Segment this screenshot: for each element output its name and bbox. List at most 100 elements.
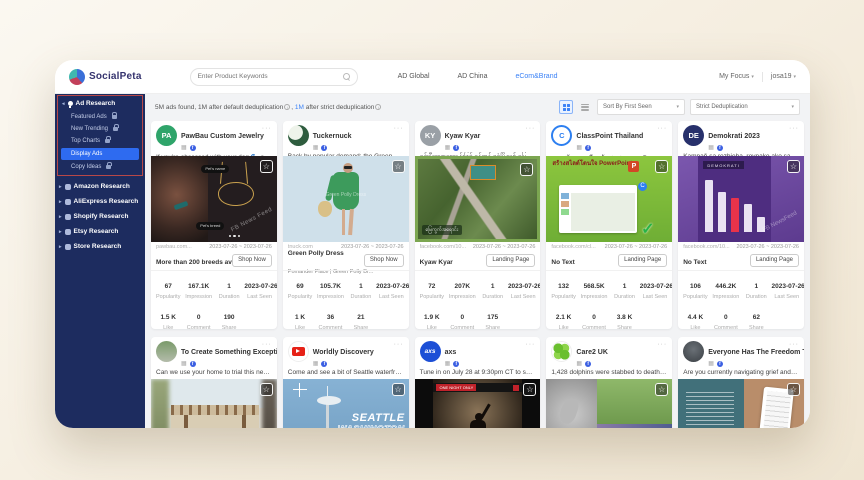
favorite-star-icon[interactable]: ☆ bbox=[520, 163, 533, 176]
checkmark-icon: ✓ bbox=[641, 219, 654, 239]
deduplication-select[interactable]: Strict Deduplication▾ bbox=[690, 99, 800, 115]
ad-creative[interactable]: SEATTLE WASHINGTON ☆ bbox=[283, 379, 409, 428]
ad-creative[interactable]: สร้างสไลด์โดนใจ PowerPoint P C ✓ ☆ bbox=[546, 156, 672, 242]
favorite-star-icon[interactable]: ☆ bbox=[260, 160, 273, 173]
advertiser-name[interactable]: axs bbox=[445, 349, 457, 356]
ad-card[interactable]: axs axs ▦f ··· Tune in on July 28 at 9:3… bbox=[415, 337, 541, 428]
ad-creative[interactable]: DEMOKRATI FB NewsFeed ☆ bbox=[678, 156, 804, 242]
sidebar-item-new-trending[interactable]: New Trending bbox=[58, 123, 142, 135]
brand-logo[interactable]: SocialPeta bbox=[69, 69, 142, 85]
ad-domain[interactable]: facebook.com/cl... bbox=[551, 244, 595, 250]
landing-page-button[interactable]: Landing Page bbox=[750, 254, 799, 267]
favorite-star-icon[interactable]: ☆ bbox=[787, 383, 800, 396]
pergola-post bbox=[242, 415, 246, 428]
ad-creative[interactable]: ☆ bbox=[546, 379, 672, 428]
primary-nav: AD Global AD China eCom&Brand bbox=[398, 73, 558, 80]
sidebar-item-display-ads[interactable]: Display Ads bbox=[61, 148, 139, 160]
sidebar-item-shopify-research[interactable]: ▸ Shopify Research bbox=[55, 209, 145, 224]
advertiser-name[interactable]: Worldly Discovery bbox=[313, 349, 374, 356]
more-options-icon[interactable]: ··· bbox=[789, 125, 799, 132]
sidebar-item-top-charts[interactable]: Top Charts bbox=[58, 135, 142, 147]
favorite-star-icon[interactable]: ☆ bbox=[523, 383, 536, 396]
favorite-star-icon[interactable]: ☆ bbox=[655, 383, 668, 396]
ad-text: Can we use your home to trial this new s… bbox=[151, 368, 277, 379]
sidebar-item-store-research[interactable]: ▸ Store Research bbox=[55, 239, 145, 254]
facebook-icon: f bbox=[190, 361, 196, 367]
advertiser-name[interactable]: Care2 UK bbox=[576, 349, 608, 356]
advertiser-name[interactable]: PawBau Custom Jewelry bbox=[181, 133, 264, 140]
ad-creative[interactable]: မြေကွက်အရောင်း ☆ bbox=[415, 156, 541, 242]
sidebar-item-aliexpress-research[interactable]: ▸ AliExpress Research bbox=[55, 194, 145, 209]
list-view-button[interactable] bbox=[578, 100, 592, 114]
expand-arrow-icon: ▸ bbox=[59, 244, 62, 250]
advertiser-name[interactable]: Tuckernuck bbox=[313, 133, 352, 140]
ad-creative[interactable]: ONE NIGHT ONLY ☆ bbox=[415, 379, 541, 428]
more-options-icon[interactable]: ··· bbox=[525, 341, 535, 348]
advertiser-name[interactable]: Everyone Has The Freedom To... bbox=[708, 349, 804, 356]
sort-select[interactable]: Sort By First Seen▾ bbox=[597, 99, 685, 115]
more-options-icon[interactable]: ··· bbox=[789, 341, 799, 348]
search-box[interactable] bbox=[190, 68, 358, 86]
more-options-icon[interactable]: ··· bbox=[657, 341, 667, 348]
ad-card[interactable]: C ClassPoint Thailand ▦f ··· การสร้างเกม… bbox=[546, 121, 672, 329]
aliexpress-icon bbox=[65, 199, 71, 205]
advertiser-name[interactable]: To Create Something Exceptio... bbox=[181, 349, 277, 356]
advertiser-name[interactable]: Kyaw Kyar bbox=[445, 133, 481, 140]
sidebar-item-featured-ads[interactable]: Featured Ads bbox=[58, 111, 142, 123]
nav-ad-global[interactable]: AD Global bbox=[398, 73, 430, 80]
ad-creative[interactable]: Green Polly Dress ☆ bbox=[283, 156, 409, 242]
favorite-star-icon[interactable]: ☆ bbox=[392, 160, 405, 173]
network-icon: ▦ bbox=[576, 361, 582, 367]
sidebar-item-amazon-research[interactable]: ▸ Amazon Research bbox=[55, 179, 145, 194]
ad-card[interactable]: DE Demokrati 2023 ▦f ··· Kampaň sa rozbi… bbox=[678, 121, 804, 329]
user-menu[interactable]: josa19 ▾ bbox=[771, 73, 796, 80]
dog-pendant bbox=[217, 181, 255, 207]
more-options-icon[interactable]: ··· bbox=[525, 125, 535, 132]
results-summary: 5M ads found, 1M after default deduplica… bbox=[155, 104, 382, 111]
ad-card[interactable]: Care2 UK ▦f ··· 1,428 dolphins were stab… bbox=[546, 337, 672, 428]
search-input[interactable] bbox=[198, 73, 343, 80]
ad-card[interactable]: PA PawBau Custom Jewelry ▦f ··· If you'r… bbox=[151, 121, 277, 329]
grid-view-button[interactable] bbox=[559, 100, 573, 114]
my-focus-menu[interactable]: My Focus ▾ bbox=[719, 73, 754, 80]
more-options-icon[interactable]: ··· bbox=[657, 125, 667, 132]
network-icon: ▦ bbox=[708, 145, 714, 151]
ad-card[interactable]: Everyone Has The Freedom To... ▦f ··· Ar… bbox=[678, 337, 804, 428]
ad-card[interactable]: KY Kyaw Kyar ▦f ··· ရင်းနှီးသောဈေးနှုန်း… bbox=[415, 121, 541, 329]
more-options-icon[interactable]: ··· bbox=[394, 341, 404, 348]
nav-ad-china[interactable]: AD China bbox=[458, 73, 488, 80]
ad-stats: 106Popularity 446.2KImpression 1Duration… bbox=[678, 270, 804, 329]
ad-creative[interactable]: ☆ bbox=[678, 379, 804, 428]
landing-page-button[interactable]: Landing Page bbox=[618, 254, 667, 267]
shop-now-button[interactable]: Shop Now bbox=[364, 254, 404, 267]
ad-domain[interactable]: facebook.com/10... bbox=[420, 244, 466, 250]
favorite-star-icon[interactable]: ☆ bbox=[655, 160, 668, 173]
more-options-icon[interactable]: ··· bbox=[262, 125, 272, 132]
favorite-star-icon[interactable]: ☆ bbox=[392, 383, 405, 396]
sidebar-item-copy-ideas[interactable]: Copy Ideas bbox=[58, 161, 142, 173]
favorite-star-icon[interactable]: ☆ bbox=[787, 160, 800, 173]
nav-ecom-brand[interactable]: eCom&Brand bbox=[515, 73, 557, 80]
more-options-icon[interactable]: ··· bbox=[394, 125, 404, 132]
info-icon[interactable]: i bbox=[284, 104, 290, 110]
sidebar-item-etsy-research[interactable]: ▸ Etsy Research bbox=[55, 224, 145, 239]
date-range: 2023-07-26 ~ 2023-07-26 bbox=[473, 244, 536, 250]
ad-card[interactable]: To Create Something Exceptio... ▦f ··· C… bbox=[151, 337, 277, 428]
ad-domain[interactable]: facebook.com/10... bbox=[683, 244, 729, 250]
favorite-star-icon[interactable]: ☆ bbox=[260, 383, 273, 396]
ad-domain[interactable]: pawbau.com... bbox=[156, 244, 192, 250]
search-icon[interactable] bbox=[343, 73, 350, 80]
shop-now-button[interactable]: Shop Now bbox=[232, 254, 272, 267]
advertiser-name[interactable]: ClassPoint Thailand bbox=[576, 133, 643, 140]
ad-card[interactable]: Worldly Discovery ▦f ··· Come and see a … bbox=[283, 337, 409, 428]
ad-card[interactable]: Tuckernuck ▦f ··· Back by popular demand… bbox=[283, 121, 409, 329]
offer-title: Kyaw Kyar bbox=[420, 259, 453, 266]
landing-page-button[interactable]: Landing Page bbox=[486, 254, 535, 267]
advertiser-name[interactable]: Demokrati 2023 bbox=[708, 133, 760, 140]
more-options-icon[interactable]: ··· bbox=[262, 341, 272, 348]
ad-creative[interactable]: ☆ bbox=[151, 379, 277, 428]
ad-creative[interactable]: Pet's name Pet's breed FB News Feed ☆ bbox=[151, 156, 277, 242]
sidebar-item-ad-research[interactable]: ◂ Ad Research bbox=[58, 96, 142, 111]
facebook-icon: f bbox=[321, 145, 327, 151]
info-icon[interactable]: i bbox=[375, 104, 381, 110]
